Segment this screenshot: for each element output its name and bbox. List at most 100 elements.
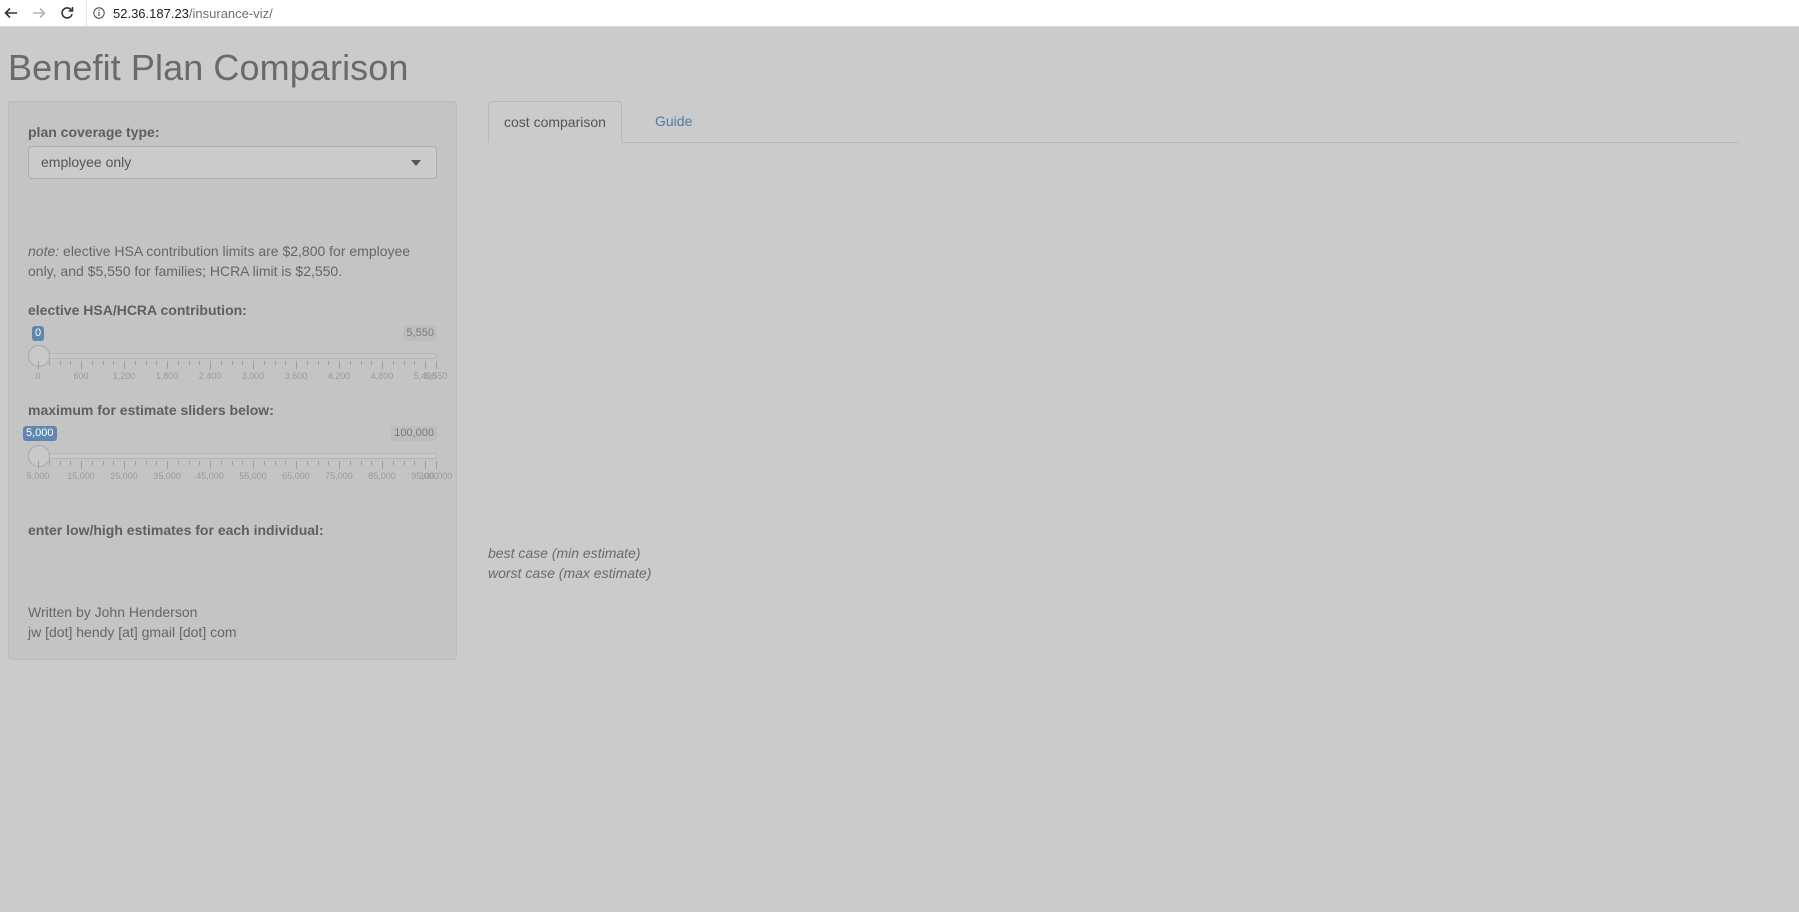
author-credit: Written by John Henderson jw [dot] hendy… bbox=[28, 602, 237, 642]
note-text: elective HSA contribution limits are $2,… bbox=[28, 243, 411, 279]
estimate-legend: best case (min estimate) worst case (max… bbox=[488, 543, 651, 583]
slider-minor-tick bbox=[134, 461, 136, 465]
slider-minor-tick bbox=[199, 461, 201, 465]
slider-tick-label: 55,000 bbox=[239, 471, 267, 481]
credit-email: jw [dot] hendy [at] gmail [dot] com bbox=[28, 624, 237, 640]
slider-tick bbox=[167, 461, 168, 469]
slider-minor-tick bbox=[306, 461, 308, 465]
slider-minor-tick bbox=[113, 461, 115, 465]
slider-tick bbox=[253, 361, 254, 369]
slider-tick-label: 45,000 bbox=[196, 471, 224, 481]
tab-cost-comparison[interactable]: cost comparison bbox=[488, 101, 622, 143]
slider-tick-label: 4,200 bbox=[327, 371, 351, 381]
slider-tick bbox=[167, 361, 168, 369]
slider-tick-label: 4,800 bbox=[370, 371, 394, 381]
slider-tick-label: 5,000 bbox=[26, 471, 50, 481]
slider-minor-tick bbox=[156, 361, 158, 365]
slider-tick-label: 85,000 bbox=[368, 471, 396, 481]
estimate-max-label: maximum for estimate sliders below: bbox=[28, 402, 274, 418]
slider-minor-tick bbox=[48, 361, 50, 365]
slider-minor-tick bbox=[113, 361, 115, 365]
slider-minor-tick bbox=[177, 461, 179, 465]
hsa-contribution-label: elective HSA/HCRA contribution: bbox=[28, 302, 247, 318]
slider-minor-tick bbox=[70, 461, 72, 465]
slider-minor-tick bbox=[285, 361, 287, 365]
slider-tick-label: 1,800 bbox=[155, 371, 179, 381]
slider-tick bbox=[81, 361, 82, 369]
slider-minor-tick bbox=[231, 361, 233, 365]
slider-tick-label: 0 bbox=[35, 371, 41, 381]
slider-tick bbox=[436, 361, 437, 369]
url-host: 52.36.187.23 bbox=[113, 6, 189, 21]
slider-minor-tick bbox=[414, 361, 416, 365]
back-icon[interactable] bbox=[2, 4, 20, 22]
slider-handle[interactable] bbox=[28, 445, 50, 467]
slider-tick bbox=[81, 461, 82, 469]
slider-minor-tick bbox=[102, 361, 104, 365]
slider-minor-tick bbox=[285, 461, 287, 465]
slider-track[interactable] bbox=[38, 353, 437, 359]
slider-minor-tick bbox=[263, 361, 265, 365]
slider-minor-tick bbox=[317, 461, 319, 465]
slider-tick-label: 75,000 bbox=[325, 471, 353, 481]
slider-minor-tick bbox=[328, 461, 330, 465]
slider-minor-tick bbox=[360, 361, 362, 365]
slider-tick-label: 100,000 bbox=[419, 471, 453, 481]
slider-minor-tick bbox=[91, 461, 93, 465]
slider-minor-tick bbox=[145, 361, 147, 365]
slider-tick bbox=[425, 361, 426, 369]
credit-author: Written by John Henderson bbox=[28, 604, 198, 620]
slider-minor-tick bbox=[274, 361, 276, 365]
estimate-max-slider[interactable]: 5,000 100,000 5,000 15,000 25,000 35,000 45,… bbox=[23, 426, 452, 486]
reload-icon[interactable] bbox=[58, 4, 76, 22]
slider-minor-tick bbox=[360, 461, 362, 465]
sidebar-panel: plan coverage type: employee only note: … bbox=[8, 101, 457, 660]
coverage-type-label: plan coverage type: bbox=[28, 124, 160, 140]
slider-tick bbox=[425, 461, 426, 469]
slider-minor-tick bbox=[220, 461, 222, 465]
address-bar[interactable]: 52.36.187.23/insurance-viz/ bbox=[86, 0, 1799, 27]
slider-minor-tick bbox=[145, 461, 147, 465]
slider-handle[interactable] bbox=[28, 345, 50, 367]
coverage-type-value: employee only bbox=[41, 154, 132, 170]
slider-minor-tick bbox=[306, 361, 308, 365]
slider-minor-tick bbox=[199, 361, 201, 365]
slider-tick-label: 600 bbox=[73, 371, 89, 381]
slider-minor-tick bbox=[188, 461, 190, 465]
slider-minor-tick bbox=[220, 361, 222, 365]
slider-minor-tick bbox=[102, 461, 104, 465]
slider-tick bbox=[38, 361, 39, 369]
info-icon[interactable] bbox=[93, 7, 105, 19]
slider-minor-tick bbox=[177, 361, 179, 365]
slider-minor-tick bbox=[371, 461, 373, 465]
note-prefix: note: bbox=[28, 243, 60, 259]
slider-minor-tick bbox=[274, 461, 276, 465]
slider-tick bbox=[382, 361, 383, 369]
slider-minor-tick bbox=[414, 461, 416, 465]
forward-icon[interactable] bbox=[30, 4, 48, 22]
slider-tick-label: 15,000 bbox=[67, 471, 95, 481]
coverage-type-select[interactable]: employee only bbox=[28, 146, 437, 179]
url-path: /insurance-viz/ bbox=[188, 6, 273, 21]
slider-minor-tick bbox=[188, 361, 190, 365]
slider-minor-tick bbox=[403, 361, 405, 365]
hsa-contribution-slider[interactable]: 0 5,550 0 600 1,200 1,800 2,400 3,000 3,600 4,2… bbox=[28, 326, 447, 386]
legend-best-case: best case (min estimate) bbox=[488, 545, 641, 561]
slider-track[interactable] bbox=[38, 453, 437, 459]
slider-tick-label: 35,000 bbox=[153, 471, 181, 481]
slider-minor-tick bbox=[392, 361, 394, 365]
tab-guide[interactable]: Guide bbox=[640, 101, 707, 143]
slider-minor-tick bbox=[59, 361, 61, 365]
slider-tick bbox=[124, 461, 125, 469]
slider-tick bbox=[124, 361, 125, 369]
slider-tick bbox=[339, 461, 340, 469]
slider-tick bbox=[382, 461, 383, 469]
slider-tick bbox=[210, 461, 211, 469]
slider-max-badge: 100,000 bbox=[391, 426, 437, 441]
slider-minor-tick bbox=[392, 461, 394, 465]
slider-value-badge: 0 bbox=[32, 326, 45, 341]
chevron-down-icon bbox=[411, 160, 421, 166]
slider-minor-tick bbox=[156, 461, 158, 465]
slider-value-badge: 5,000 bbox=[23, 426, 57, 441]
slider-tick bbox=[296, 361, 297, 369]
